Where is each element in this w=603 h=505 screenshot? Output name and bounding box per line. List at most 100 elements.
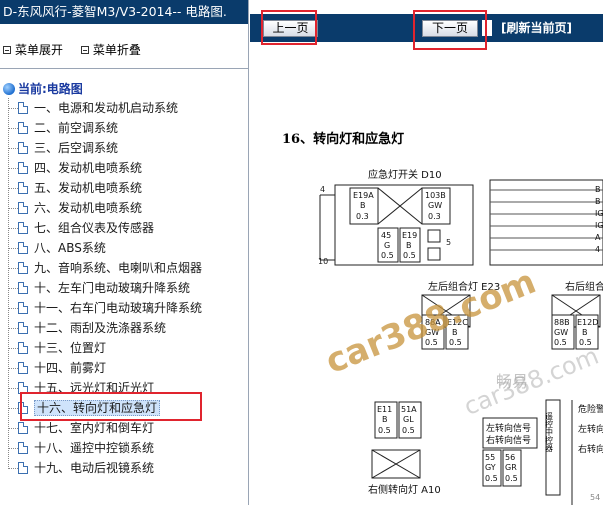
- wire-51a: 51A: [401, 405, 417, 414]
- page-toolbar: 上一页 下一页 [刷新当前页]: [250, 14, 603, 42]
- tree-item-label: 一、电源和发动机启动系统: [34, 101, 179, 115]
- left-signal-label: 左转向信号: [486, 422, 531, 434]
- tree-item[interactable]: 十四、前雾灯: [0, 358, 248, 378]
- tree-item-label: 十、左车门电动玻璃升降系统: [34, 281, 191, 295]
- tree-root[interactable]: 当前:电路图: [0, 80, 248, 98]
- wire-e12d-color: B: [582, 328, 588, 337]
- hazard-right-label: 危险警: [578, 403, 603, 415]
- wire-e12c-size: 0.5: [449, 338, 462, 347]
- wire-e19-color: B: [406, 241, 412, 250]
- tree-item[interactable]: 五、发动机电喷系统: [0, 178, 248, 198]
- wire-88b-size: 0.5: [554, 338, 567, 347]
- pin-10-label: 10: [318, 257, 328, 266]
- tree-item[interactable]: 十五、远光灯和近光灯: [0, 378, 248, 398]
- tree-item-label: 十五、远光灯和近光灯: [34, 381, 155, 395]
- document-icon: [18, 342, 28, 354]
- wire-103b-size: 0.3: [428, 212, 441, 221]
- document-icon: [18, 102, 28, 114]
- wire-56: 56: [505, 453, 515, 462]
- tree-item[interactable]: 一、电源和发动机启动系统: [0, 98, 248, 118]
- document-icon: [18, 302, 28, 314]
- tree-root-label: 当前:电路图: [18, 82, 83, 96]
- menu-collapse-label: 菜单折叠: [92, 43, 141, 57]
- right-turn-label: 右侧转向灯 A10: [368, 483, 441, 496]
- document-icon: [18, 322, 28, 334]
- tree-item-label: 七、组合仪表及传感器: [34, 221, 155, 235]
- tree-item[interactable]: 十八、遥控中控锁系统: [0, 438, 248, 458]
- left-turn-right-label: 左转向: [578, 423, 603, 435]
- app-window: D-东风风行-菱智M3/V3-2014-- 电路图. 菜单展开 菜单折叠 当前:…: [0, 0, 603, 505]
- wire-51a-size: 0.5: [402, 426, 415, 435]
- tree-item[interactable]: 六、发动机电喷系统: [0, 198, 248, 218]
- tree-item[interactable]: 八、ABS系统: [0, 238, 248, 258]
- tree-item[interactable]: 三、后空调系统: [0, 138, 248, 158]
- edge-label-6: 4: [595, 245, 600, 254]
- wire-55: 55: [485, 453, 495, 462]
- tree-item[interactable]: 七、组合仪表及传感器: [0, 218, 248, 238]
- collapse-icon: [80, 45, 89, 54]
- tree-item[interactable]: 九、音响系统、电喇叭和点烟器: [0, 258, 248, 278]
- tree-item[interactable]: 十六、转向灯和应急灯: [0, 398, 248, 418]
- menu-expand-button[interactable]: 菜单展开: [3, 40, 63, 60]
- tree-item[interactable]: 十一、右车门电动玻璃升降系统: [0, 298, 248, 318]
- document-icon: [18, 382, 28, 394]
- document-icon: [18, 222, 28, 234]
- right-combo-label: 右后组合灯: [565, 280, 603, 293]
- wire-45-color: G: [384, 241, 390, 250]
- menu-collapse-button[interactable]: 菜单折叠: [80, 40, 141, 60]
- document-icon: [18, 462, 28, 474]
- right-signal-label: 右转向信号: [486, 434, 531, 446]
- wire-45-size: 0.5: [381, 251, 394, 260]
- right-turn-right-label: 右转向: [578, 443, 603, 455]
- watermark-tag: 畅易: [496, 372, 529, 391]
- wire-103b: 103B: [425, 191, 446, 200]
- tree-item-label: 九、音响系统、电喇叭和点烟器: [34, 261, 203, 275]
- next-page-button[interactable]: 下一页: [422, 20, 478, 37]
- wire-e19-size: 0.5: [403, 251, 416, 260]
- tree-item-label: 六、发动机电喷系统: [34, 201, 143, 215]
- wire-e19a-size: 0.3: [356, 212, 369, 221]
- tree-item-label: 十二、雨刮及洗涤器系统: [34, 321, 167, 335]
- document-icon: [18, 422, 28, 434]
- wire-e19a: E19A: [353, 191, 374, 200]
- prev-page-button[interactable]: 上一页: [263, 20, 318, 37]
- document-icon: [18, 242, 28, 254]
- document-viewer: 上一页 下一页 [刷新当前页] 16、转向灯和应急灯 应急灯开关 D10 4 1…: [250, 0, 603, 505]
- tree-items: 一、电源和发动机启动系统 二、前空调系统 三、后空调系统四、发动机电喷系统 五、发动机…: [0, 98, 248, 478]
- tree-item[interactable]: 十九、电动后视镜系统: [0, 458, 248, 478]
- wire-e19: E19: [402, 231, 417, 240]
- tree-item[interactable]: 二、前空调系统: [0, 118, 248, 138]
- document-icon: [18, 142, 28, 154]
- document-title: 16、转向灯和应急灯: [282, 132, 405, 147]
- edge-label-5: A: [595, 233, 601, 242]
- tree-item[interactable]: 十、左车门电动玻璃升降系统: [0, 278, 248, 298]
- document-icon: [18, 162, 28, 174]
- document-icon: [18, 262, 28, 274]
- document-icon: [18, 362, 28, 374]
- tree-item[interactable]: 十二、雨刮及洗涤器系统: [0, 318, 248, 338]
- refresh-page-link[interactable]: [刷新当前页]: [501, 18, 572, 38]
- menu-expand-label: 菜单展开: [15, 43, 64, 57]
- tree-item[interactable]: 十三、位置灯: [0, 338, 248, 358]
- tree-item-label: 二、前空调系统: [34, 121, 119, 135]
- edge-label-2: B: [595, 197, 601, 206]
- tree-item-label: 三、后空调系统: [34, 141, 119, 155]
- tree-item-label: 五、发动机电喷系统: [34, 181, 143, 195]
- document-icon: [18, 182, 28, 194]
- wire-51a-color: GL: [403, 415, 414, 424]
- wire-45: 45: [381, 231, 391, 240]
- central-lock-label: 遥控中控器: [545, 411, 554, 453]
- tree-item-label: 十四、前雾灯: [34, 361, 107, 375]
- document-icon: [18, 122, 28, 134]
- tree-item-label: 四、发动机电喷系统: [34, 161, 143, 175]
- wire-e11-size: 0.5: [378, 426, 391, 435]
- wire-56-color: GR: [505, 463, 517, 472]
- toolbar-separator: [482, 20, 492, 36]
- menu-divider: [0, 68, 248, 69]
- wire-e11-color: B: [382, 415, 388, 424]
- tree-item[interactable]: 四、发动机电喷系统: [0, 158, 248, 178]
- page-number: 54: [590, 493, 600, 502]
- tree-item[interactable]: 十七、室内灯和倒车灯: [0, 418, 248, 438]
- tree-item-label: 十八、遥控中控锁系统: [34, 441, 155, 455]
- wire-55-size: 0.5: [485, 474, 498, 483]
